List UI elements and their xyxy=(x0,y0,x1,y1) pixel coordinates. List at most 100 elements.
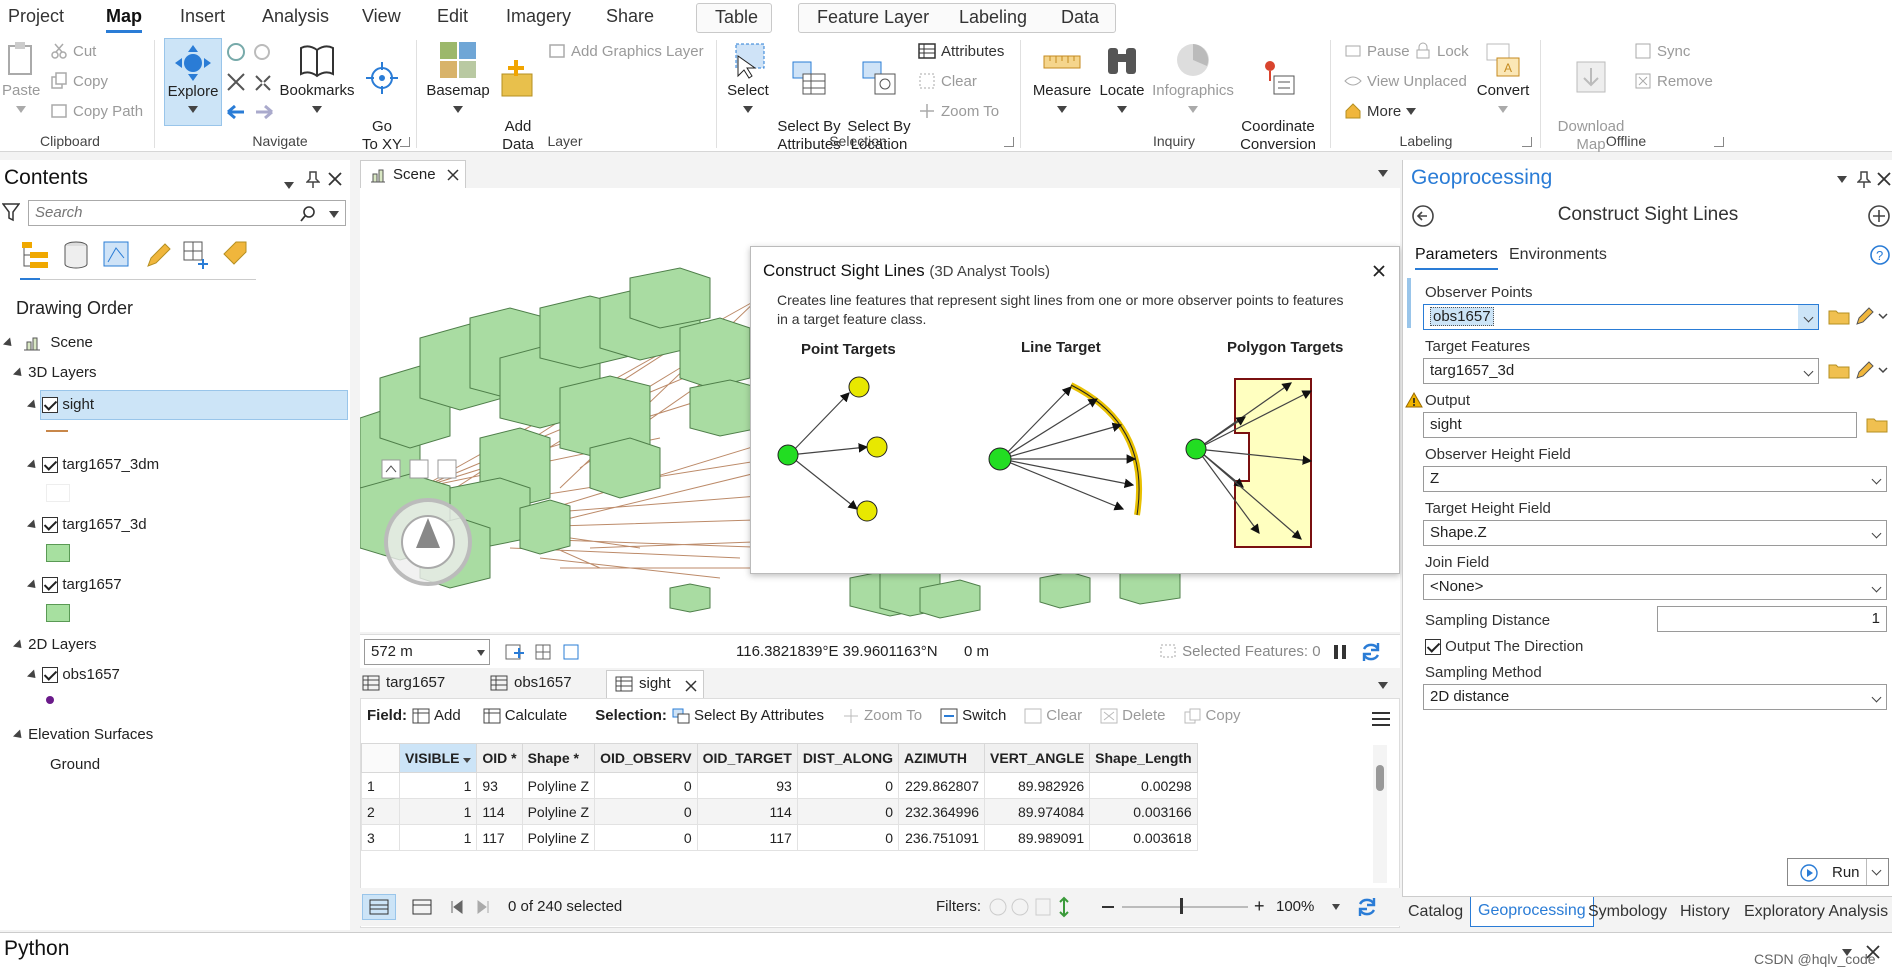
table-cell[interactable]: 0.00298 xyxy=(1089,772,1198,799)
chevron-down-icon[interactable] xyxy=(329,211,339,218)
tree-item-targ1657-3dm[interactable]: targ1657_3dm xyxy=(26,456,159,474)
chevron-down-icon[interactable] xyxy=(1378,170,1388,177)
tab-catalog[interactable]: Catalog xyxy=(1408,903,1463,921)
table-cell[interactable]: 117 xyxy=(696,824,798,851)
table-cell[interactable]: 0.003166 xyxy=(1089,798,1198,825)
table-cell[interactable]: 93 xyxy=(696,772,798,799)
table-cell[interactable]: Polyline Z xyxy=(521,798,596,825)
table-row[interactable]: 2 1 114 Polyline Z 0 114 0 232.364996 89.974084 0… xyxy=(361,798,1198,825)
expand-icon[interactable] xyxy=(12,639,26,652)
close-icon[interactable] xyxy=(685,680,697,692)
chevron-down-icon[interactable] xyxy=(1332,904,1340,910)
tree-item-ground[interactable]: Ground xyxy=(50,756,100,773)
tab-scene[interactable]: Scene xyxy=(360,160,466,188)
tab-obs1657[interactable]: obs1657 xyxy=(490,674,572,691)
column-header[interactable]: Shape * xyxy=(521,743,596,773)
column-header[interactable]: AZIMUTH xyxy=(898,743,986,773)
column-header[interactable]: VERT_ANGLE xyxy=(984,743,1091,773)
tab-exploratory-analysis[interactable]: Exploratory Analysis xyxy=(1744,903,1888,921)
close-icon[interactable] xyxy=(328,172,342,186)
zoom-level[interactable]: 100% xyxy=(1276,898,1314,915)
calculate-button[interactable]: Calculate xyxy=(483,707,567,724)
table-cell[interactable]: 89.989091 xyxy=(984,824,1091,851)
visibility-checkbox[interactable] xyxy=(42,517,59,534)
measure-button[interactable]: Measure xyxy=(1030,40,1094,118)
close-icon[interactable] xyxy=(1877,172,1891,186)
table-cell[interactable]: 114 xyxy=(696,798,798,825)
show-all-records-button[interactable] xyxy=(362,894,396,920)
status-tools-icons[interactable] xyxy=(504,643,584,663)
list-by-labeling-icon[interactable] xyxy=(223,241,247,265)
table-cell[interactable]: 0 xyxy=(796,824,900,851)
table-cell[interactable]: 232.364996 xyxy=(898,798,986,825)
paste-button[interactable]: Paste xyxy=(2,40,40,118)
column-header[interactable]: OID_TARGET xyxy=(696,743,798,773)
coordinate-conversion-button[interactable]: Coordinate Conversion xyxy=(1236,40,1320,172)
table-cell[interactable]: 1 xyxy=(398,824,478,851)
select-by-location-button[interactable]: Select By Location xyxy=(844,40,914,172)
output-direction-checkbox[interactable] xyxy=(1425,639,1441,656)
row-number[interactable]: 3 xyxy=(361,824,400,851)
navigator-icon[interactable] xyxy=(382,496,474,588)
tab-environments[interactable]: Environments xyxy=(1509,246,1607,264)
dialog-launcher-icon[interactable] xyxy=(1004,137,1014,147)
observer-height-field-dropdown[interactable]: Z xyxy=(1423,466,1887,492)
delete-button[interactable]: Delete xyxy=(1100,707,1166,724)
clear-selection-table-button[interactable]: Clear xyxy=(1024,707,1082,724)
tab-data[interactable]: Data xyxy=(1061,7,1099,28)
tab-labeling[interactable]: Labeling xyxy=(959,7,1027,28)
table-cell[interactable]: 117 xyxy=(476,824,523,851)
sync-button[interactable]: Sync xyxy=(1634,42,1690,60)
convert-button[interactable]: A Convert xyxy=(1470,40,1536,118)
search-icon[interactable] xyxy=(299,205,317,223)
expand-icon[interactable] xyxy=(2,337,16,350)
infographics-button[interactable]: Infographics xyxy=(1150,40,1236,118)
view-unplaced-button[interactable]: View Unplaced xyxy=(1344,72,1467,90)
table-cell[interactable]: 89.982926 xyxy=(984,772,1091,799)
tree-item-2d-layers[interactable]: 2D Layers xyxy=(12,636,97,653)
scrollbar-thumb[interactable] xyxy=(1376,765,1384,791)
table-cell[interactable]: 0.003618 xyxy=(1089,824,1198,851)
table-cell[interactable]: 1 xyxy=(398,772,478,799)
column-header[interactable]: DIST_ALONG xyxy=(796,743,900,773)
sampling-distance-input[interactable]: 1 xyxy=(1657,606,1887,632)
tab-project[interactable]: Project xyxy=(8,6,64,27)
table-row[interactable]: 1 1 93 Polyline Z 0 93 0 229.862807 89.982926 0.0… xyxy=(361,772,1198,799)
expand-icon[interactable] xyxy=(26,579,40,592)
table-cell[interactable]: 0 xyxy=(594,824,698,851)
add-graphics-layer-button[interactable]: Add Graphics Layer xyxy=(548,42,704,60)
row-number[interactable]: 1 xyxy=(361,772,400,799)
browse-folder-icon[interactable] xyxy=(1827,306,1851,326)
filter-icon[interactable] xyxy=(2,202,20,222)
table-cell[interactable]: 0 xyxy=(594,772,698,799)
menu-icon[interactable] xyxy=(1371,711,1391,727)
edit-pencil-icon[interactable] xyxy=(1855,306,1889,326)
bookmarks-button[interactable]: Bookmarks xyxy=(278,40,356,118)
visibility-checkbox[interactable] xyxy=(42,667,59,684)
expand-icon[interactable] xyxy=(12,367,26,380)
tree-item-3d-layers[interactable]: 3D Layers xyxy=(12,364,97,381)
tab-symbology[interactable]: Symbology xyxy=(1588,903,1667,921)
tab-map[interactable]: Map xyxy=(106,6,142,33)
tab-share[interactable]: Share xyxy=(606,6,654,27)
table-cell[interactable]: 236.751091 xyxy=(898,824,986,851)
switch-selection-button[interactable]: Switch xyxy=(940,707,1006,724)
zoom-slider-thumb[interactable] xyxy=(1180,898,1183,914)
pause-icon[interactable] xyxy=(1332,643,1348,661)
more-labeling-button[interactable]: More xyxy=(1344,102,1417,120)
cut-button[interactable]: Cut xyxy=(50,42,96,60)
download-map-button[interactable]: Download Map xyxy=(1550,40,1632,172)
tab-table[interactable]: Table xyxy=(715,7,758,28)
last-record-icon[interactable] xyxy=(476,900,490,914)
pause-labeling-button[interactable]: Pause xyxy=(1344,42,1410,60)
navigation-mode-icons[interactable] xyxy=(380,458,470,480)
tree-item-obs1657[interactable]: obs1657 xyxy=(26,666,120,684)
tree-item-scene[interactable]: Scene xyxy=(2,334,93,352)
target-height-field-dropdown[interactable]: Shape.Z xyxy=(1423,520,1887,546)
zoom-slider[interactable] xyxy=(1122,906,1248,908)
table-cell[interactable]: 114 xyxy=(476,798,523,825)
pin-icon[interactable] xyxy=(1857,170,1871,188)
add-field-button[interactable]: Add xyxy=(412,707,461,724)
attributes-button[interactable]: Attributes xyxy=(918,42,1004,60)
table-cell[interactable]: 0 xyxy=(796,798,900,825)
